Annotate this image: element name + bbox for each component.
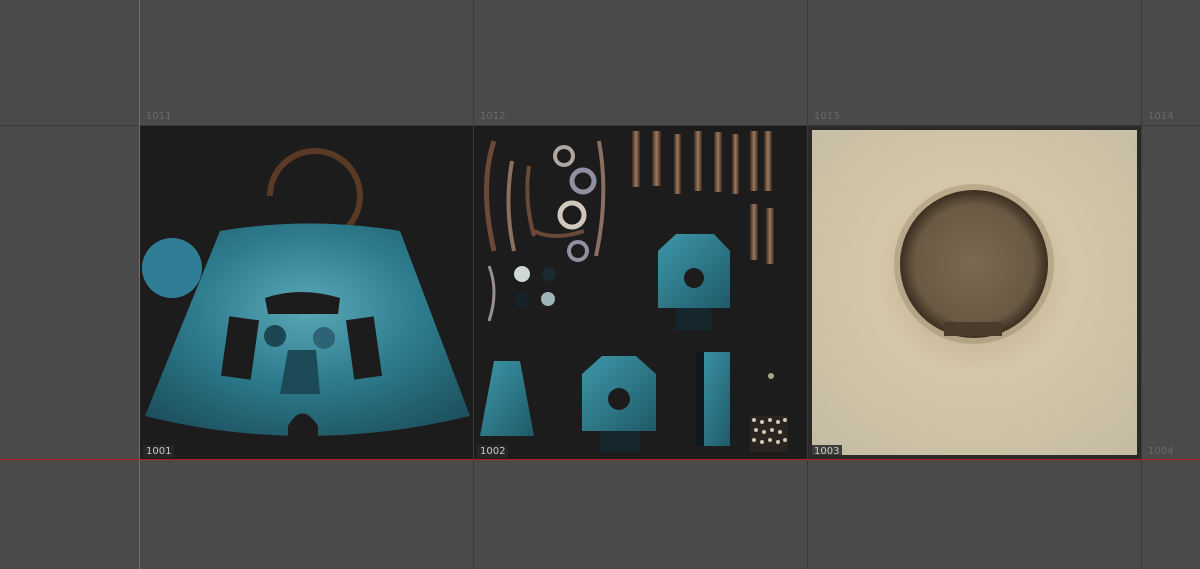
uv-tile-1003[interactable] — [808, 126, 1141, 459]
udim-label-1002: 1002 — [477, 445, 509, 458]
uv-viewport[interactable]: 1011 1012 1013 1014 1001 1002 1003 1004 — [0, 0, 1200, 569]
v-axis-line — [139, 0, 140, 569]
uv-tile-1002[interactable] — [474, 126, 807, 459]
grid-line-vertical — [1141, 0, 1142, 569]
uv-tile-1001[interactable] — [140, 126, 473, 459]
uv-islands-1002 — [480, 131, 788, 452]
u-axis-line — [0, 459, 1200, 460]
udim-label-1003: 1003 — [811, 445, 843, 458]
udim-label-1001: 1001 — [143, 445, 175, 458]
uv-islands-1001 — [142, 148, 470, 459]
udim-label-1014: 1014 — [1148, 111, 1174, 122]
uv-island-disc — [142, 238, 202, 298]
udim-label-1004: 1004 — [1148, 446, 1174, 457]
uv-islands-1003 — [812, 130, 1137, 455]
udim-label-1013: 1013 — [814, 111, 840, 122]
udim-label-1012: 1012 — [480, 111, 506, 122]
udim-label-1011: 1011 — [146, 111, 172, 122]
uv-island-burned-disc — [900, 190, 1048, 338]
